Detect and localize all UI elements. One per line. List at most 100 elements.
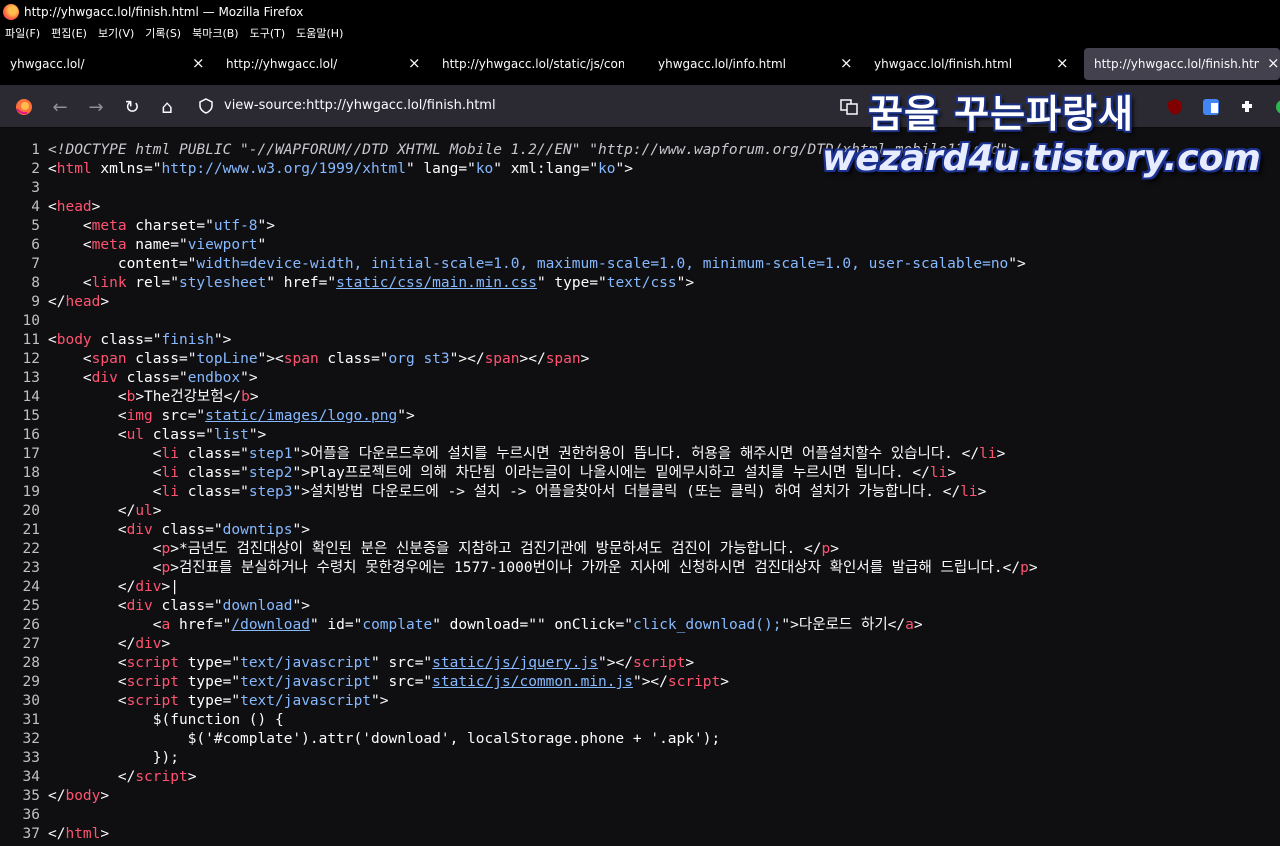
- reload-icon[interactable]: ↻: [121, 96, 143, 118]
- source-line: 24 </div>|: [0, 578, 1280, 597]
- source-token: >: [996, 446, 1006, 462]
- extension-green-icon[interactable]: [1268, 96, 1280, 118]
- source-token: $(function () {: [48, 712, 284, 728]
- line-number: 18: [22, 465, 40, 481]
- source-token: >: [685, 655, 695, 671]
- source-token: div: [135, 579, 162, 595]
- source-token: div: [126, 598, 153, 614]
- source-token: class: [126, 351, 179, 367]
- menu-tools[interactable]: 도구(T): [250, 25, 286, 41]
- menu-history[interactable]: 기록(S): [145, 25, 181, 41]
- url-text[interactable]: view-source:http://yhwgacc.lol/finish.ht…: [224, 98, 496, 113]
- source-link[interactable]: /download: [231, 617, 310, 633]
- source-token: ">: [676, 275, 695, 291]
- source-token: >: [100, 826, 110, 842]
- line-number: 11: [22, 332, 40, 348]
- close-icon[interactable]: ×: [1056, 54, 1069, 72]
- translate-extension-icon[interactable]: [1200, 96, 1222, 118]
- source-token: =": [589, 275, 607, 291]
- source-token: [48, 351, 83, 367]
- ublock-icon[interactable]: [1164, 96, 1186, 118]
- line-number: 37: [22, 826, 40, 842]
- home-icon[interactable]: ⌂: [156, 96, 178, 118]
- firefox-logo-icon: [3, 3, 19, 20]
- source-token: =": [344, 617, 363, 633]
- source-token: [48, 427, 118, 443]
- source-token: $('#complate').attr('download', localSto…: [48, 731, 721, 747]
- source-token: endbox: [187, 370, 241, 386]
- source-token: meta: [91, 237, 127, 253]
- menu-view[interactable]: 보기(V): [98, 25, 134, 41]
- source-token: script: [135, 769, 188, 785]
- source-token: [48, 617, 153, 633]
- source-token: text/css: [606, 275, 677, 291]
- menu-file[interactable]: 파일(F): [5, 25, 40, 41]
- translate-icon[interactable]: [838, 96, 860, 118]
- source-token: xml:lang: [502, 161, 581, 177]
- source-code: </div>: [48, 635, 170, 654]
- extensions-icon[interactable]: [1236, 96, 1258, 118]
- source-token: a: [161, 617, 171, 633]
- source-token: ">: [257, 218, 276, 234]
- source-token: </: [887, 617, 906, 633]
- source-token: <: [152, 541, 162, 557]
- source-token: ">: [292, 522, 310, 538]
- menu-edit[interactable]: 편집(E): [51, 25, 87, 41]
- source-token: [48, 655, 118, 671]
- source-token: text/javascript: [240, 693, 372, 709]
- source-link[interactable]: static/images/logo.png: [205, 408, 397, 424]
- source-token: downtips: [222, 522, 293, 538]
- source-token: <: [48, 199, 57, 215]
- source-token: ": [405, 161, 415, 177]
- source-token: =": [222, 674, 241, 690]
- source-token: ko: [475, 161, 494, 177]
- tab-4[interactable]: yhwgacc.lol/info.html ×: [648, 48, 862, 80]
- forward-icon[interactable]: →: [85, 96, 107, 118]
- close-icon[interactable]: ×: [192, 54, 205, 72]
- source-token: >: [830, 541, 839, 557]
- back-icon[interactable]: ←: [49, 96, 71, 118]
- source-link[interactable]: static/css/main.min.css: [336, 275, 537, 291]
- close-icon[interactable]: ×: [1267, 54, 1280, 72]
- line-number: 4: [31, 199, 40, 215]
- source-token: <: [152, 446, 162, 462]
- source-token: =": [231, 465, 249, 481]
- close-icon[interactable]: ×: [840, 54, 853, 72]
- source-link[interactable]: static/js/common.min.js: [432, 674, 633, 690]
- tab-label: http://yhwgacc.lol/static/js/comm: [442, 57, 624, 71]
- source-line: 19 <li class="step3">설치방법 다운로드에 -> 설치 ->…: [0, 483, 1280, 502]
- source-token: "><: [257, 351, 284, 367]
- source-line: 35 </body>: [0, 787, 1280, 806]
- source-token: [48, 408, 118, 424]
- source-token: <: [152, 484, 162, 500]
- source-line: 14 <b>The건강보험</b>: [0, 388, 1280, 407]
- source-token: stylesheet: [178, 275, 267, 291]
- source-link[interactable]: static/js/jquery.js: [432, 655, 598, 671]
- source-token: <: [117, 655, 127, 671]
- page-info-icon[interactable]: [198, 98, 214, 114]
- source-token: type: [178, 655, 223, 671]
- line-number: 22: [22, 541, 40, 557]
- line-number: 12: [22, 351, 40, 367]
- source-token: utf-8: [213, 218, 258, 234]
- menu-help[interactable]: 도움말(H): [296, 25, 343, 41]
- firefox-view-icon[interactable]: [13, 96, 35, 118]
- source-code: <ul class="list">: [48, 426, 266, 445]
- source-token: =": [170, 370, 188, 386]
- tab-1[interactable]: yhwgacc.lol/ ×: [0, 48, 214, 80]
- tab-6-active[interactable]: http://yhwgacc.lol/finish.html ×: [1084, 48, 1280, 80]
- close-icon[interactable]: ×: [408, 54, 421, 72]
- line-number: 3: [31, 180, 40, 196]
- source-token: <: [48, 161, 57, 177]
- tab-5[interactable]: yhwgacc.lol/finish.html ×: [864, 48, 1078, 80]
- menu-bookmarks[interactable]: 북마크(B): [192, 25, 239, 41]
- source-token: ": [432, 617, 441, 633]
- tab-3[interactable]: http://yhwgacc.lol/static/js/comm: [432, 48, 646, 80]
- source-token: =": [144, 161, 162, 177]
- tab-2[interactable]: http://yhwgacc.lol/ ×: [216, 48, 430, 80]
- source-token: ">: [248, 427, 267, 443]
- source-token: ": [371, 655, 380, 671]
- line-number: 30: [22, 693, 40, 709]
- source-code: <li class="step1">어플을 다운로드후에 설치를 누르시면 권한…: [48, 445, 1006, 464]
- source-token: 검진표를 분실하거나 수령치 못한경우에는 1577-1000번이나 가까운 지…: [178, 560, 1003, 576]
